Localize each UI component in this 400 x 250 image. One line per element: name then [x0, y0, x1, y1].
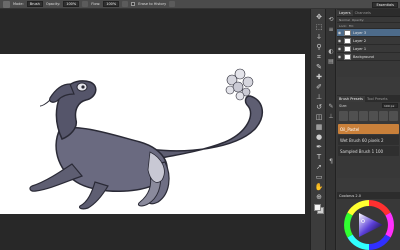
eye-icon[interactable]: ◉ [337, 46, 342, 51]
mode-select[interactable]: Brush [26, 1, 43, 7]
layer-thumbnail [344, 53, 351, 60]
flow-label: Flow: [91, 2, 101, 6]
properties-panel-icon[interactable]: ≡ [328, 27, 334, 33]
tools-panel: ✥ ⬚ ↆ ⚲ ⌗ ✎ ✚ ✐ ⊥ ↺ ◫ ▦ ● ✒ T ➚ ▭ ✋ ⊕ [310, 9, 326, 250]
layer-thumbnail [344, 29, 351, 36]
layer-name: Background [353, 54, 374, 59]
blend-mode-select[interactable]: Normal [339, 18, 350, 22]
panel-icon-strip: ⟲ ≡ ◐ ▤ ✎ ⊥ ¶ [326, 9, 336, 250]
canvas-area[interactable] [0, 9, 310, 250]
brush-preset-item[interactable]: Sampled Brush 1 100 [338, 146, 399, 156]
layer-row[interactable]: ◉ Layer 1 [337, 45, 400, 53]
clone-stamp-icon[interactable]: ⊥ [314, 93, 324, 102]
tab-channels[interactable]: Channels [353, 10, 373, 16]
layer-name: Layer 1 [353, 46, 367, 51]
layers-panel: Normal Opacity: Lock: Fill: ◉ Layer 3 ◉ … [337, 17, 400, 77]
brush-preset-item[interactable]: Oil_Pastel [338, 124, 399, 134]
lock-label: Lock: [339, 23, 347, 28]
brush-size-row: Size: 100 px [337, 102, 400, 109]
gradient-tool-icon[interactable]: ▦ [314, 123, 324, 132]
layers-tabs: Layers Channels [337, 9, 400, 17]
workspace-select[interactable]: Essentials [372, 1, 398, 8]
document-canvas[interactable] [0, 54, 305, 214]
swatches-panel-icon[interactable]: ▤ [328, 59, 334, 65]
layer-name: Layer 3 [353, 30, 367, 35]
dodge-tool-icon[interactable]: ● [314, 133, 324, 142]
brush-thumbnail[interactable] [389, 111, 398, 121]
layer-thumbnail [344, 45, 351, 52]
brush-presets-panel: Size: 100 px Oil_Pastel Wet Brush 60 pix… [337, 102, 400, 178]
eraser-tool-icon[interactable]: ◫ [314, 113, 324, 122]
history-brush-icon[interactable]: ↺ [314, 103, 324, 112]
tool-preset-picker[interactable] [3, 0, 10, 8]
brush-thumbnail[interactable] [349, 111, 358, 121]
brush-panel-icon[interactable]: ✎ [328, 104, 334, 110]
color-wheel[interactable] [337, 199, 400, 250]
path-select-icon[interactable]: ➚ [314, 163, 324, 172]
flow-input[interactable]: 100% [103, 1, 120, 7]
hand-tool-icon[interactable]: ✋ [314, 183, 324, 192]
fill-label: Fill: [348, 23, 354, 28]
erase-history-label: Erase to History [138, 2, 167, 6]
brush-preset-tabs: Brush Presets Tool Presets [337, 95, 400, 102]
type-tool-icon[interactable]: T [314, 153, 324, 162]
brush-thumbnail[interactable] [339, 111, 348, 121]
panel-dock: ⟲ ≡ ◐ ▤ ✎ ⊥ ¶ Layers Channels Normal Opa… [326, 9, 400, 250]
brush-size-input[interactable]: 100 px [382, 103, 398, 108]
adjustments-panel-icon[interactable]: ◐ [328, 49, 334, 55]
panel-column: Layers Channels Normal Opacity: Lock: Fi… [337, 9, 400, 250]
layer-thumbnail [344, 37, 351, 44]
layer-name: Layer 2 [353, 38, 367, 43]
brush-thumbnail[interactable] [379, 111, 388, 121]
layer-row[interactable]: ◉ Background [337, 53, 400, 61]
clone-source-icon[interactable]: ⊥ [328, 114, 334, 120]
crop-tool-icon[interactable]: ⌗ [314, 53, 324, 62]
pen-tool-icon[interactable]: ✒ [314, 143, 324, 152]
foreground-color-swatch[interactable] [314, 204, 321, 211]
brush-thumbnail[interactable] [369, 111, 378, 121]
paragraph-panel-icon[interactable]: ¶ [328, 159, 334, 165]
move-tool-icon[interactable]: ✥ [314, 13, 324, 22]
airbrush-button[interactable] [122, 1, 129, 7]
brush-thumbnail[interactable] [359, 111, 368, 121]
history-panel-icon[interactable]: ⟲ [328, 17, 334, 23]
shape-tool-icon[interactable]: ▭ [314, 173, 324, 182]
opacity-input[interactable]: 100% [63, 1, 80, 7]
brush-thumbnails [337, 109, 400, 123]
healing-tool-icon[interactable]: ✚ [314, 73, 324, 82]
brush-preset-item[interactable]: Wet Brush 60 pixels 2 [338, 135, 399, 145]
options-bar: Mode: Brush Opacity: 100% Flow: 100% Era… [0, 0, 400, 9]
eye-icon[interactable]: ◉ [337, 38, 342, 43]
lizard-sketch [29, 68, 264, 210]
quick-select-tool-icon[interactable]: ⚲ [314, 43, 324, 52]
eye-icon[interactable]: ◉ [337, 54, 342, 59]
brush-size-label: Size: [339, 103, 348, 108]
marquee-tool-icon[interactable]: ⬚ [314, 23, 324, 32]
eye-icon[interactable]: ◉ [337, 30, 342, 35]
zoom-tool-icon[interactable]: ⊕ [314, 193, 324, 202]
tab-layers[interactable]: Layers [337, 10, 353, 16]
color-wheel-panel: Coolorus 2.0 [337, 192, 400, 250]
eyedropper-tool-icon[interactable]: ✎ [314, 63, 324, 72]
layer-row[interactable]: ◉ Layer 2 [337, 37, 400, 45]
brush-icon[interactable]: ✐ [314, 83, 324, 92]
lasso-tool-icon[interactable]: ↆ [314, 33, 324, 42]
opacity-label: Opacity: [45, 2, 61, 6]
pressure-opacity-button[interactable] [82, 1, 89, 7]
mode-label: Mode: [13, 2, 24, 6]
color-panel-title: Coolorus 2.0 [337, 192, 400, 199]
erase-history-checkbox[interactable] [131, 2, 136, 6]
pressure-size-button[interactable] [169, 1, 176, 7]
layer-row[interactable]: ◉ Layer 3 [337, 29, 400, 37]
layer-opacity-label: Opacity: [351, 17, 365, 22]
